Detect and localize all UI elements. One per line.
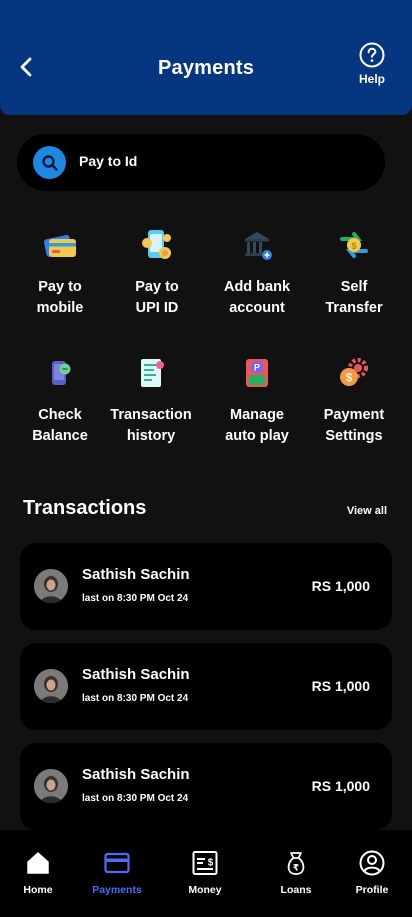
- transaction-history-label: Transaction history: [110, 407, 192, 444]
- avatar: [34, 769, 68, 803]
- svg-text:₹: ₹: [293, 864, 299, 874]
- nav-profile-label: Profile: [355, 884, 389, 896]
- pay-to-upi-button[interactable]: Pay to UPI ID: [107, 225, 207, 319]
- help-button[interactable]: Help: [354, 42, 390, 86]
- search-icon: [41, 154, 58, 171]
- transaction-name: Sathish Sachin: [82, 566, 190, 583]
- page-title: Payments: [157, 57, 255, 79]
- transaction-row[interactable]: Sathish Sachin last on 8:30 PM Oct 24 RS…: [20, 643, 392, 730]
- manage-auto-play-label: Manage auto play: [225, 407, 289, 444]
- pay-to-id-search[interactable]: Pay to Id: [17, 134, 385, 191]
- transfer-icon: $: [334, 225, 374, 265]
- nav-loans[interactable]: ₹ Loans: [261, 850, 331, 896]
- autopay-icon: P: [237, 353, 277, 393]
- payment-settings-button[interactable]: $ Payment Settings: [304, 353, 404, 447]
- pay-to-mobile-label: Pay to mobile: [36, 279, 84, 316]
- nav-money-label: Money: [188, 884, 222, 896]
- nav-profile[interactable]: Profile: [337, 850, 407, 896]
- check-balance-label: Check Balance: [32, 407, 88, 444]
- self-transfer-label: Self Transfer: [325, 279, 383, 316]
- bottom-nav: Home Payments $ Money ₹ Loans Profile: [0, 830, 412, 917]
- transaction-name: Sathish Sachin: [82, 766, 190, 783]
- payment-settings-label: Payment Settings: [323, 407, 385, 444]
- help-label: Help: [358, 72, 385, 86]
- transaction-name: Sathish Sachin: [82, 666, 190, 683]
- avatar: [34, 569, 68, 603]
- add-bank-account-label: Add bank account: [223, 279, 291, 316]
- check-balance-button[interactable]: Check Balance: [10, 353, 110, 447]
- self-transfer-button[interactable]: $ Self Transfer: [304, 225, 404, 319]
- settings-coin-icon: $: [334, 353, 374, 393]
- money-bag-icon: ₹: [283, 850, 309, 876]
- help-icon: [359, 42, 385, 68]
- transaction-amount: RS 1,000: [311, 578, 370, 594]
- svg-text:$: $: [351, 241, 356, 251]
- header-bar: Payments Help: [0, 0, 412, 115]
- add-bank-account-button[interactable]: Add bank account: [207, 225, 307, 319]
- pay-to-upi-label: Pay to UPI ID: [135, 279, 179, 316]
- receipt-icon: [131, 353, 171, 393]
- transaction-history-button[interactable]: Transaction history: [101, 353, 201, 447]
- nav-payments-label: Payments: [92, 884, 142, 896]
- nav-payments[interactable]: Payments: [82, 850, 152, 896]
- bank-icon: [237, 225, 277, 265]
- transaction-amount: RS 1,000: [311, 678, 370, 694]
- transaction-time: last on 8:30 PM Oct 24: [82, 793, 189, 804]
- phone-coins-icon: [137, 225, 177, 265]
- home-icon: [25, 850, 51, 876]
- avatar: [34, 669, 68, 703]
- pay-to-mobile-button[interactable]: Pay to mobile: [10, 225, 110, 319]
- transactions-heading: Transactions: [23, 497, 147, 519]
- search-icon-badge: [33, 146, 66, 179]
- money-icon: $: [192, 850, 218, 876]
- card-icon: [104, 850, 130, 876]
- transaction-time: last on 8:30 PM Oct 24: [82, 693, 189, 704]
- transaction-row[interactable]: Sathish Sachin last on 8:30 PM Oct 24 RS…: [20, 543, 392, 630]
- transaction-row[interactable]: Sathish Sachin last on 8:30 PM Oct 24 RS…: [20, 743, 392, 830]
- manage-auto-play-button[interactable]: P Manage auto play: [207, 353, 307, 447]
- credit-card-icon: [40, 225, 80, 265]
- transaction-amount: RS 1,000: [311, 778, 370, 794]
- search-label: Pay to Id: [79, 153, 138, 169]
- profile-icon: [359, 850, 385, 876]
- nav-home[interactable]: Home: [3, 850, 73, 896]
- nav-money[interactable]: $ Money: [170, 850, 240, 896]
- transaction-time: last on 8:30 PM Oct 24: [82, 593, 189, 604]
- svg-text:$: $: [208, 858, 214, 869]
- nav-loans-label: Loans: [280, 884, 312, 896]
- svg-text:$: $: [346, 371, 353, 385]
- balance-phone-icon: [40, 353, 80, 393]
- view-all-link[interactable]: View all: [347, 505, 387, 517]
- nav-home-label: Home: [23, 884, 53, 896]
- svg-text:P: P: [254, 363, 260, 373]
